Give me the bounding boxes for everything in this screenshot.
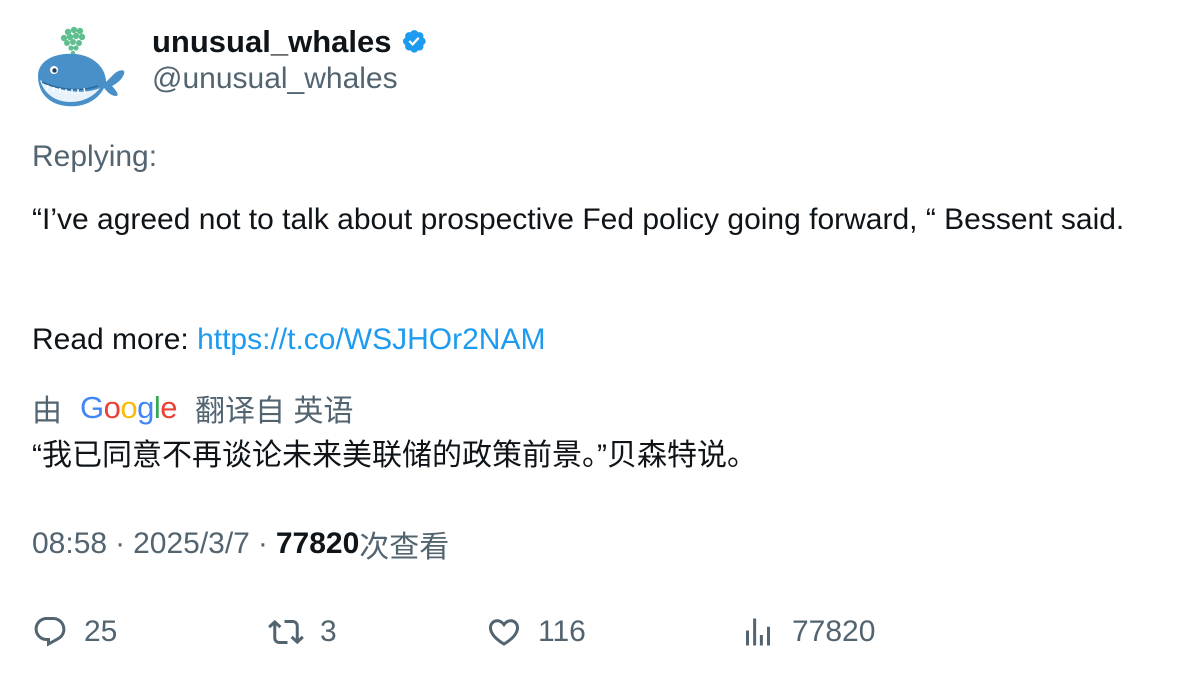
- reply-button[interactable]: 25: [32, 610, 117, 654]
- translation-attribution: 由 Google 翻译自 英语: [32, 386, 353, 430]
- repost-icon: [268, 619, 304, 645]
- reply-icon: [34, 617, 66, 647]
- repost-button[interactable]: 3: [268, 610, 337, 654]
- whale-avatar-icon: [38, 26, 125, 107]
- tweet-meta: 08:58 · 2025/3/7 · 77820 次查看: [32, 524, 449, 564]
- like-button[interactable]: 116: [486, 610, 586, 654]
- action-bar: 25 3 116 77820: [32, 610, 1162, 654]
- views-chart-icon: [746, 618, 770, 646]
- meta-separator: ·: [115, 527, 126, 560]
- avatar[interactable]: [32, 24, 128, 120]
- read-more-line: Read more: https://t.co/WSJHOr2NAM: [32, 320, 545, 360]
- heart-icon: [488, 619, 520, 646]
- like-count: 116: [538, 615, 586, 648]
- repost-count: 3: [320, 615, 337, 648]
- replying-label: Replying:: [32, 140, 158, 173]
- views-count: 77820: [275, 527, 360, 560]
- views-label: 次查看: [359, 531, 450, 564]
- author-handle[interactable]: @unusual_whales: [152, 62, 398, 96]
- tweet-time[interactable]: 08:58: [32, 527, 107, 561]
- author-display-name[interactable]: unusual_whales: [152, 24, 391, 60]
- views-stat-count: 77820: [792, 615, 876, 648]
- meta-separator: ·: [257, 527, 268, 560]
- translated-from-label[interactable]: 翻译自 英语: [195, 386, 353, 430]
- reply-count: 25: [84, 615, 118, 648]
- tweet-link[interactable]: https://t.co/WSJHOr2NAM: [197, 323, 545, 356]
- tweet-text: “I’ve agreed not to talk about prospecti…: [32, 203, 1125, 236]
- google-logo: Google: [80, 390, 178, 426]
- read-more-label: Read more:: [32, 323, 198, 356]
- google-logo-text: Google: [80, 390, 178, 425]
- verified-badge-icon[interactable]: [401, 28, 430, 57]
- translation-prefix: 由: [32, 395, 62, 428]
- tweet-date[interactable]: 2025/3/7: [133, 527, 250, 561]
- author-name-row: unusual_whales: [152, 20, 430, 64]
- translated-text: “我已同意不再谈论未来美联储的政策前景。”贝森特说。: [32, 439, 757, 472]
- views-button[interactable]: 77820: [740, 610, 875, 654]
